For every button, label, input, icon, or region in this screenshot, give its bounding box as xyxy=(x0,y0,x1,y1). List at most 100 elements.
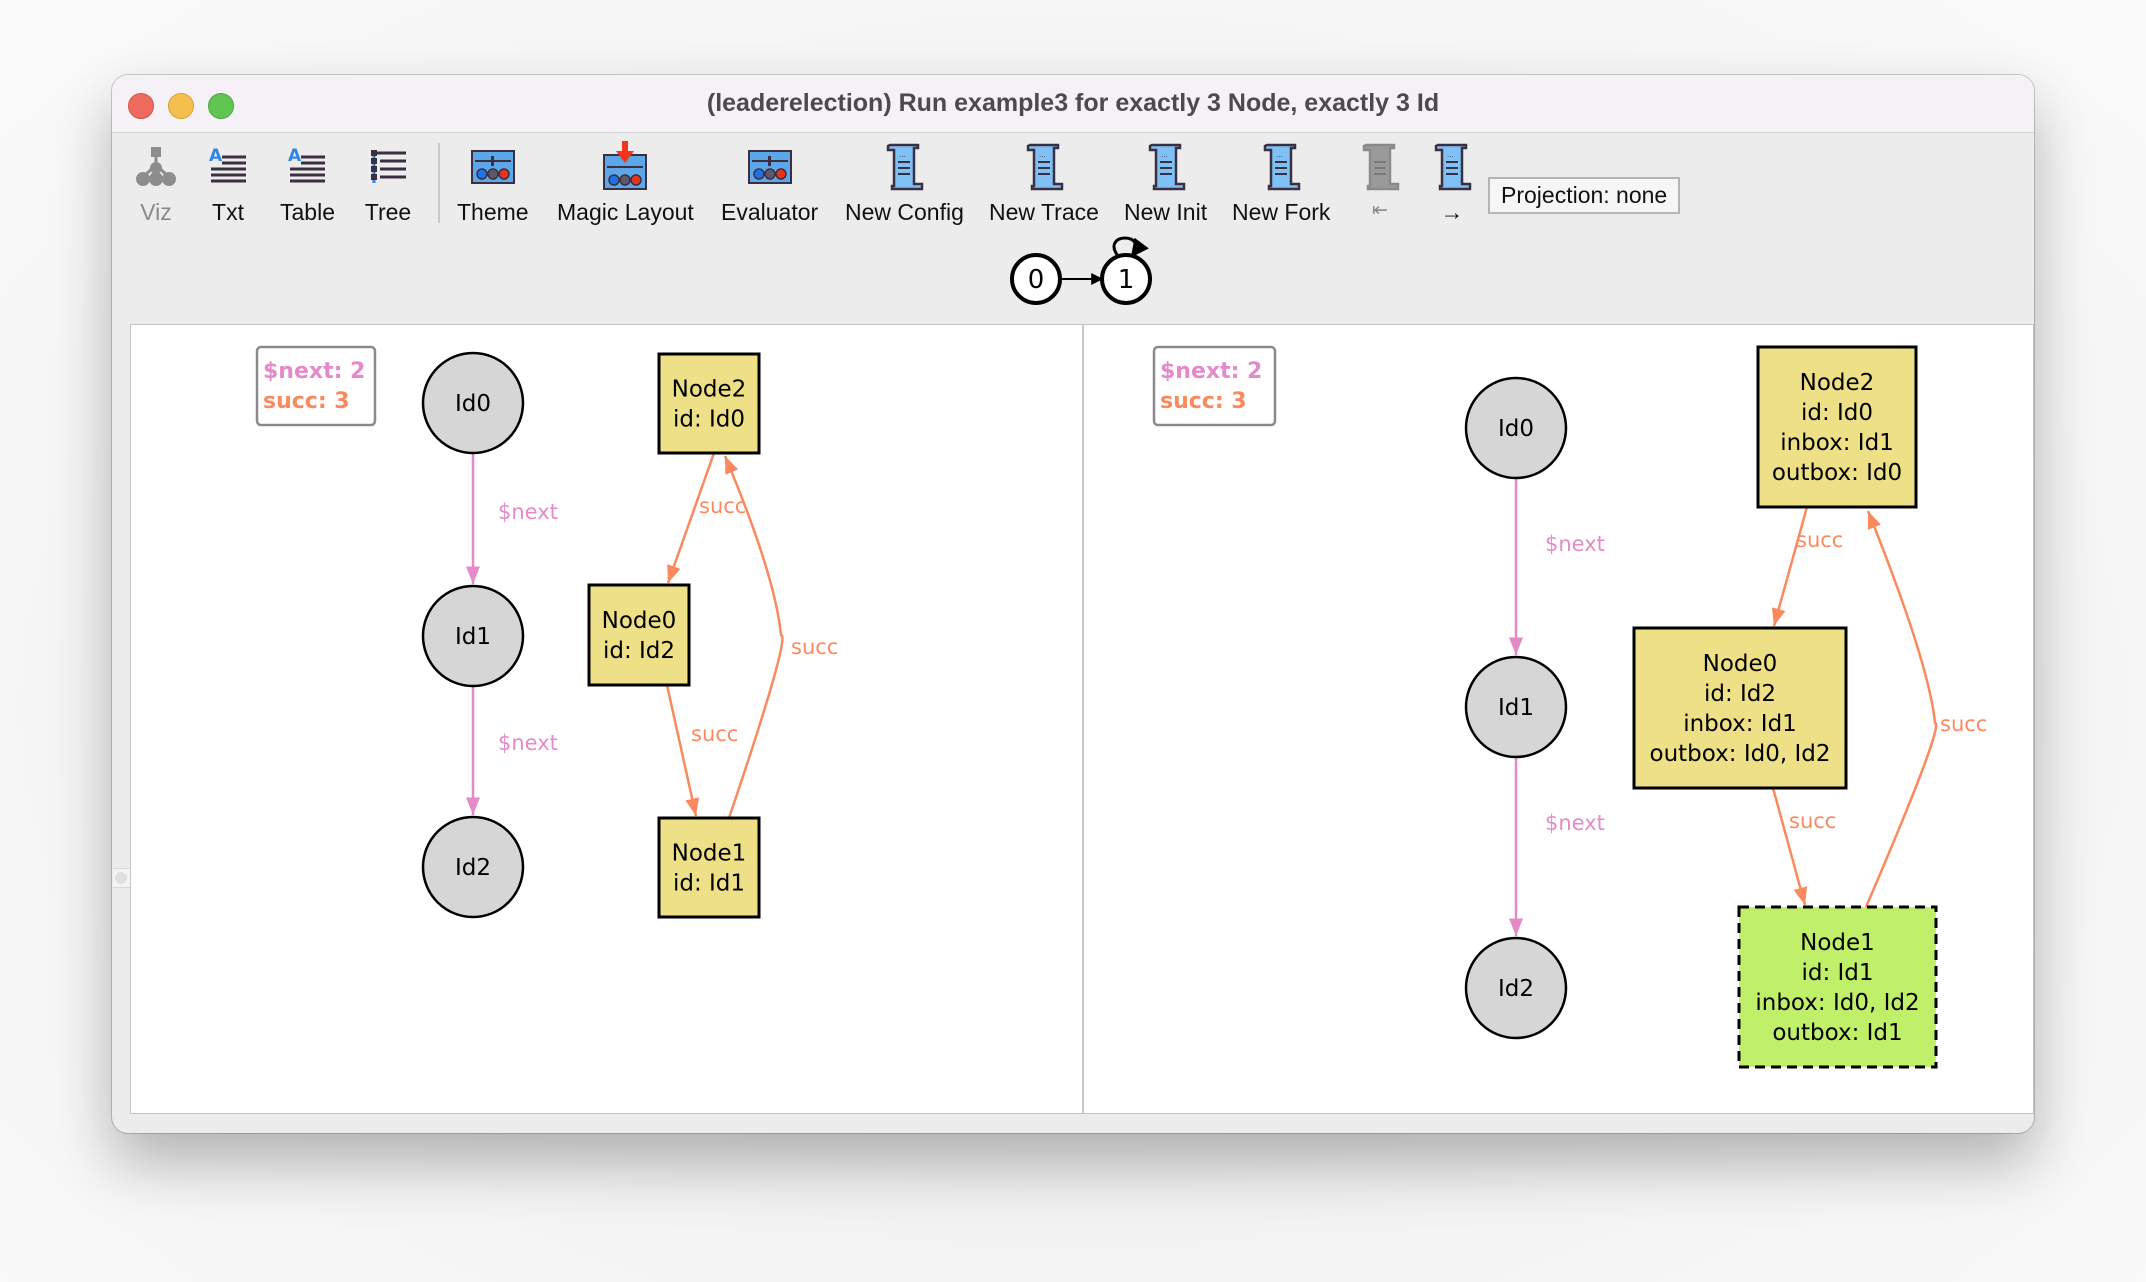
svg-text:...: ... xyxy=(1161,151,1168,159)
split-handle[interactable] xyxy=(113,868,130,888)
right-instance-panel: $next: 2 succ: 3 $next $next Id0 Id1 Id2 succ su… xyxy=(1084,325,2033,1113)
succ-edge xyxy=(1864,510,1938,908)
projection-button[interactable]: Projection: none xyxy=(1488,177,1681,214)
app-window: (leaderelection) Run example3 for exactl… xyxy=(112,75,2034,1133)
succ-edge-label: succ xyxy=(1789,809,1836,833)
id-atom-label: Id0 xyxy=(455,391,491,417)
first-state-label: ⇤ xyxy=(1372,200,1388,221)
left-graph-canvas: $next: 2 succ: 3 $next $next Id0 Id1 Id2 succ su… xyxy=(255,345,838,919)
node-field-text: id: Id0 xyxy=(1801,400,1873,426)
node-field-text: inbox: Id0, Id2 xyxy=(1755,990,1919,1016)
node-atom-node1[interactable]: Node1 id: Id1 inbox: Id0, Id2 outbox: Id1 xyxy=(1737,905,1938,1069)
viz-label: Viz xyxy=(140,199,172,225)
theme-button[interactable]: Theme xyxy=(457,141,529,226)
new-fork-label: New Fork xyxy=(1232,199,1331,225)
next-edge-label: $next xyxy=(498,500,558,524)
next-state-button[interactable]: ... → xyxy=(1428,141,1476,226)
id-atom-label: Id2 xyxy=(1498,976,1534,1002)
viz-tree-icon xyxy=(132,141,180,193)
node-atom-node0[interactable]: Node0 id: Id2 xyxy=(587,583,691,687)
state-node-1[interactable]: 1 xyxy=(1100,253,1152,305)
svg-text:...: ... xyxy=(1447,151,1454,159)
title-bar[interactable]: (leaderelection) Run example3 for exactl… xyxy=(112,75,2034,133)
node-field-text: id: Id2 xyxy=(1704,681,1776,707)
legend-entry: $next: 2 xyxy=(1160,359,1262,384)
viz-button[interactable]: Viz xyxy=(132,141,180,226)
magic-layout-button[interactable]: Magic Layout xyxy=(557,141,694,226)
succ-edge-label: succ xyxy=(791,635,838,659)
id-atom-id2[interactable]: Id2 xyxy=(421,815,525,919)
node-atom-node0[interactable]: Node0 id: Id2 inbox: Id1 outbox: Id0, Id2 xyxy=(1632,626,1848,790)
node-atom-node1[interactable]: Node1 id: Id1 xyxy=(657,816,761,919)
node-field-text: outbox: Id0, Id2 xyxy=(1650,741,1831,767)
evaluator-button[interactable]: Evaluator xyxy=(721,141,818,226)
next-state-label: → xyxy=(1440,199,1464,225)
table-button[interactable]: A Table xyxy=(280,141,335,226)
evaluator-label: Evaluator xyxy=(721,199,819,225)
id-atom-id0[interactable]: Id0 xyxy=(1464,376,1568,480)
tree-label: Tree xyxy=(364,199,412,225)
node-field-text: id: Id1 xyxy=(1801,960,1873,986)
node-field-text: Node0 xyxy=(1703,651,1778,677)
node-atom-node2[interactable]: Node2 id: Id0 inbox: Id1 outbox: Id0 xyxy=(1756,345,1918,509)
node-field-text: Node1 xyxy=(672,841,747,867)
state-trace-graph: 0 1 xyxy=(1010,236,1152,305)
node-field-text: inbox: Id1 xyxy=(1683,711,1797,737)
node-field-text: Node0 xyxy=(602,608,677,634)
id-atom-id2[interactable]: Id2 xyxy=(1464,936,1568,1040)
id-atom-label: Id1 xyxy=(1498,695,1534,721)
next-edge-label: $next xyxy=(498,731,558,755)
next-edge-label: $next xyxy=(1545,811,1605,835)
state-label-1: 1 xyxy=(1118,265,1135,295)
theme-label: Theme xyxy=(457,199,529,225)
id-atom-id1[interactable]: Id1 xyxy=(1464,655,1568,759)
id-atom-label: Id1 xyxy=(455,624,491,650)
svg-text:A: A xyxy=(209,146,223,166)
scroll-icon: ... xyxy=(1257,141,1305,193)
id-atom-id0[interactable]: Id0 xyxy=(421,351,525,455)
legend-entry: $next: 2 xyxy=(263,359,365,384)
legend-entry: succ: 3 xyxy=(1160,389,1247,414)
state-label-0: 0 xyxy=(1028,265,1045,295)
txt-button[interactable]: A Txt xyxy=(204,141,252,226)
toolbar-separator xyxy=(438,143,440,223)
succ-edge-label: succ xyxy=(1940,712,1987,736)
legend-entry: succ: 3 xyxy=(263,389,350,414)
id-atom-id1[interactable]: Id1 xyxy=(421,584,525,688)
succ-edge-label: succ xyxy=(699,494,746,518)
magic-layout-label: Magic Layout xyxy=(557,199,694,225)
node-field-text: id: Id1 xyxy=(673,871,745,897)
node-field-text: id: Id2 xyxy=(603,638,675,664)
theme-sliders-icon xyxy=(469,141,517,193)
state-node-0[interactable]: 0 xyxy=(1010,253,1062,305)
magic-layout-icon xyxy=(601,141,649,193)
first-state-button[interactable]: ⇤ xyxy=(1356,141,1404,222)
scroll-icon: ... xyxy=(1142,141,1190,193)
succ-edge-label: succ xyxy=(691,722,738,746)
new-config-button[interactable]: ... New Config xyxy=(845,141,964,226)
text-doc-icon: A xyxy=(204,141,252,193)
left-instance-panel: $next: 2 succ: 3 $next $next Id0 Id1 Id2 succ su… xyxy=(131,325,1084,1113)
svg-text:A: A xyxy=(288,146,302,166)
svg-text:...: ... xyxy=(1276,151,1283,159)
svg-text:...: ... xyxy=(899,151,906,159)
new-trace-button[interactable]: ... New Trace xyxy=(989,141,1099,226)
id-atom-label: Id2 xyxy=(455,855,491,881)
tree-button[interactable]: Tree xyxy=(364,141,412,226)
node-field-text: Node1 xyxy=(1800,930,1875,956)
new-init-button[interactable]: ... New Init xyxy=(1124,141,1207,226)
succ-edge-label: succ xyxy=(1796,528,1843,552)
scroll-icon xyxy=(1356,141,1404,193)
node-atom-node2[interactable]: Node2 id: Id0 xyxy=(657,352,761,455)
graph-panels: $next: 2 succ: 3 $next $next Id0 Id1 Id2 succ su… xyxy=(113,324,2034,1114)
scroll-icon: ... xyxy=(880,141,928,193)
evaluator-sliders-icon xyxy=(746,141,794,193)
node-field-text: id: Id0 xyxy=(673,407,745,433)
new-fork-button[interactable]: ... New Fork xyxy=(1232,141,1330,226)
succ-edge xyxy=(1771,506,1809,627)
edge-legend: $next: 2 succ: 3 xyxy=(1152,345,1277,427)
scroll-icon: ... xyxy=(1428,141,1476,193)
node-field-text: outbox: Id0 xyxy=(1772,460,1902,486)
succ-edge xyxy=(665,684,700,817)
scroll-icon: ... xyxy=(1020,141,1068,193)
